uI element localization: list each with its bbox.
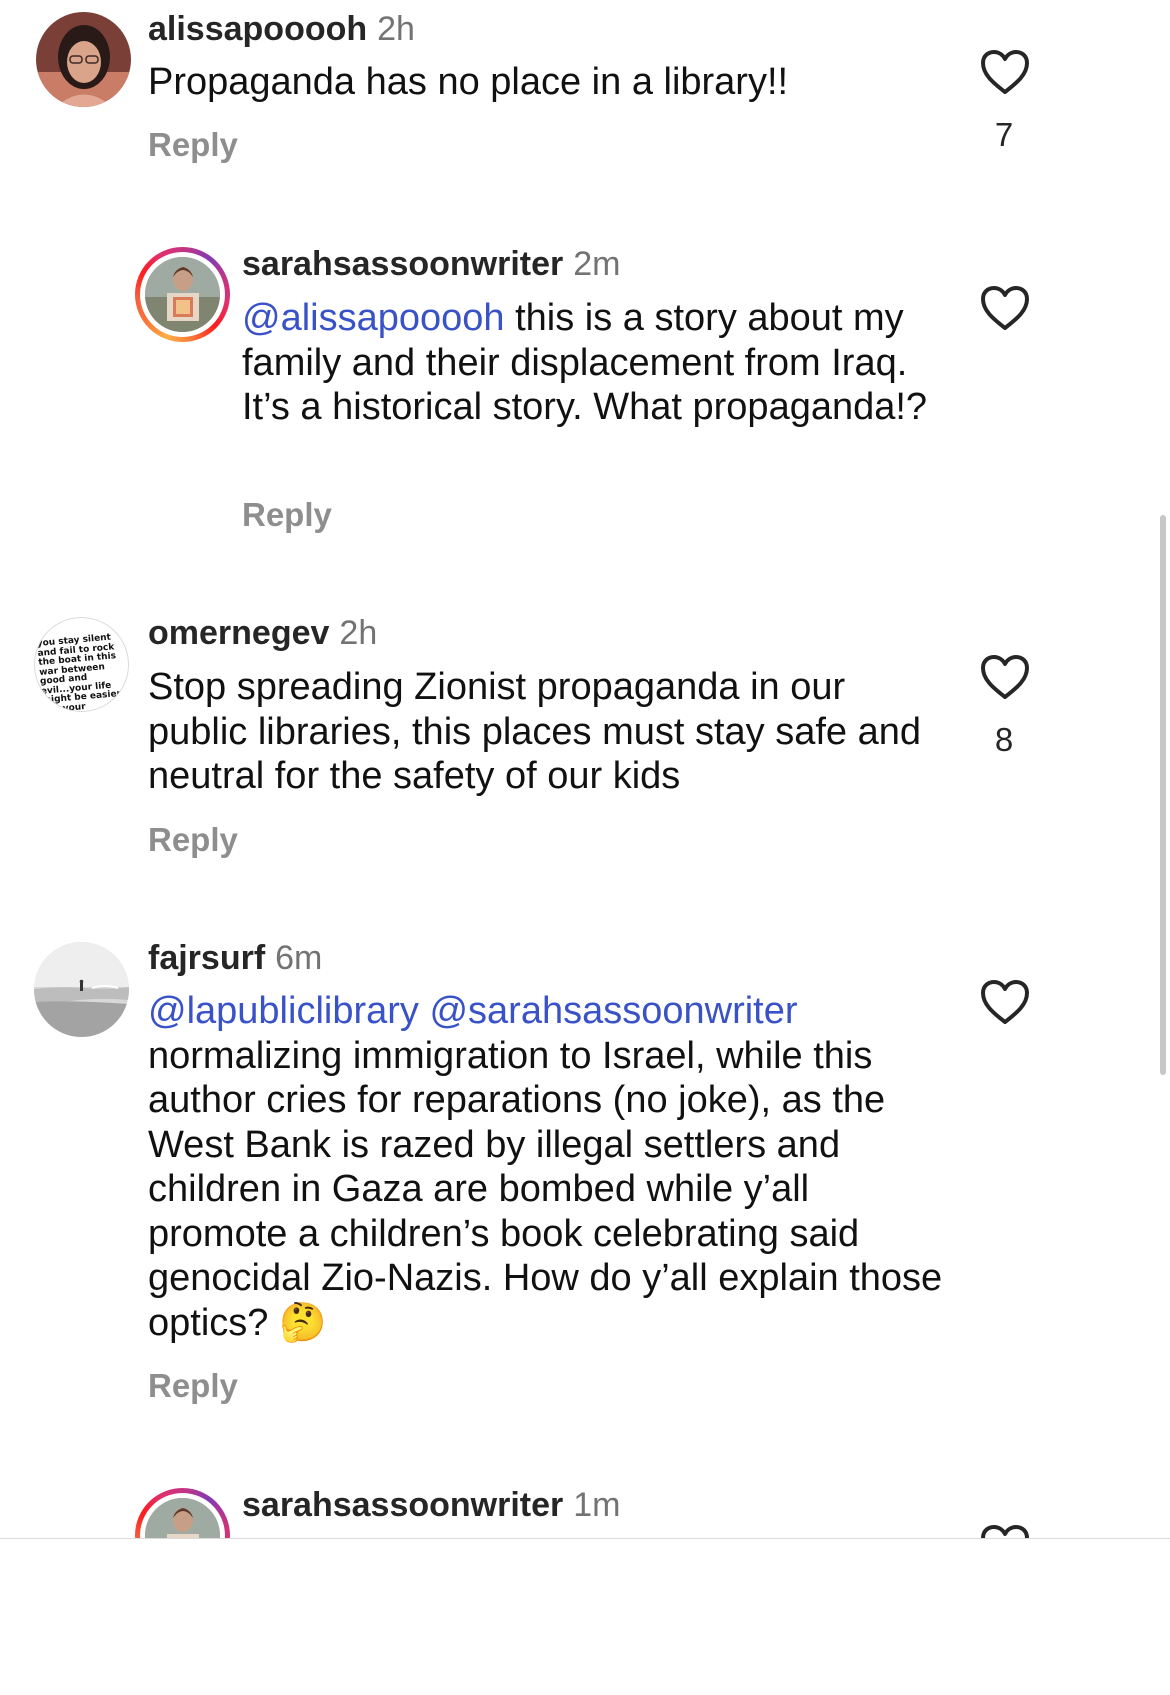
timestamp: 2h [377,10,415,48]
profile-photo [36,12,131,107]
divider [0,1538,1170,1539]
like-count: 8 [994,721,1014,758]
heart-icon[interactable] [980,285,1030,331]
username[interactable]: sarahsassoonwriter 2m [242,245,621,284]
timestamp: 6m [275,939,323,977]
scrollbar[interactable] [1160,515,1166,1075]
bottom-cover [0,1538,1170,1695]
reply-button[interactable]: Reply [242,496,332,534]
username[interactable]: fajrsurf 6m [148,939,322,978]
mention-link[interactable]: @alissapooooh [242,297,505,339]
username[interactable]: omernegev 2h [148,614,377,653]
avatar[interactable]: you stay silent and fail to rock the boa… [34,617,129,712]
username[interactable]: alissapooooh 2h [148,10,415,49]
profile-photo [145,257,220,332]
heart-icon[interactable] [980,979,1030,1025]
beach-photo [34,942,129,1037]
story-ring [140,252,225,337]
comment-text: Propaganda has no place in a library!! [148,61,789,103]
avatar[interactable] [34,942,129,1037]
comment-text: @alissapooooh this is a story about my f… [242,297,928,428]
avatar[interactable] [135,247,230,342]
reply-button[interactable]: Reply [148,126,238,164]
comment-text: @lapubliclibrary @sarahsassoonwriter nor… [148,990,943,1344]
mention-link[interactable]: @lapubliclibrary @sarahsassoonwriter [148,990,798,1032]
reply-button[interactable]: Reply [148,1367,238,1405]
heart-icon[interactable] [980,49,1030,95]
heart-icon[interactable] [980,654,1030,700]
avatar[interactable] [36,12,131,107]
timestamp: 2m [573,245,621,283]
comment-text: Stop spreading Zionist propaganda in our… [148,666,922,797]
reply-button[interactable]: Reply [148,821,238,859]
timestamp: 2h [339,614,378,652]
username[interactable]: sarahsassoonwriter 1m [242,1486,621,1525]
timestamp: 1m [573,1486,621,1524]
avatar-quote-image: you stay silent and fail to rock the boa… [36,632,124,712]
like-count: 7 [994,116,1014,153]
